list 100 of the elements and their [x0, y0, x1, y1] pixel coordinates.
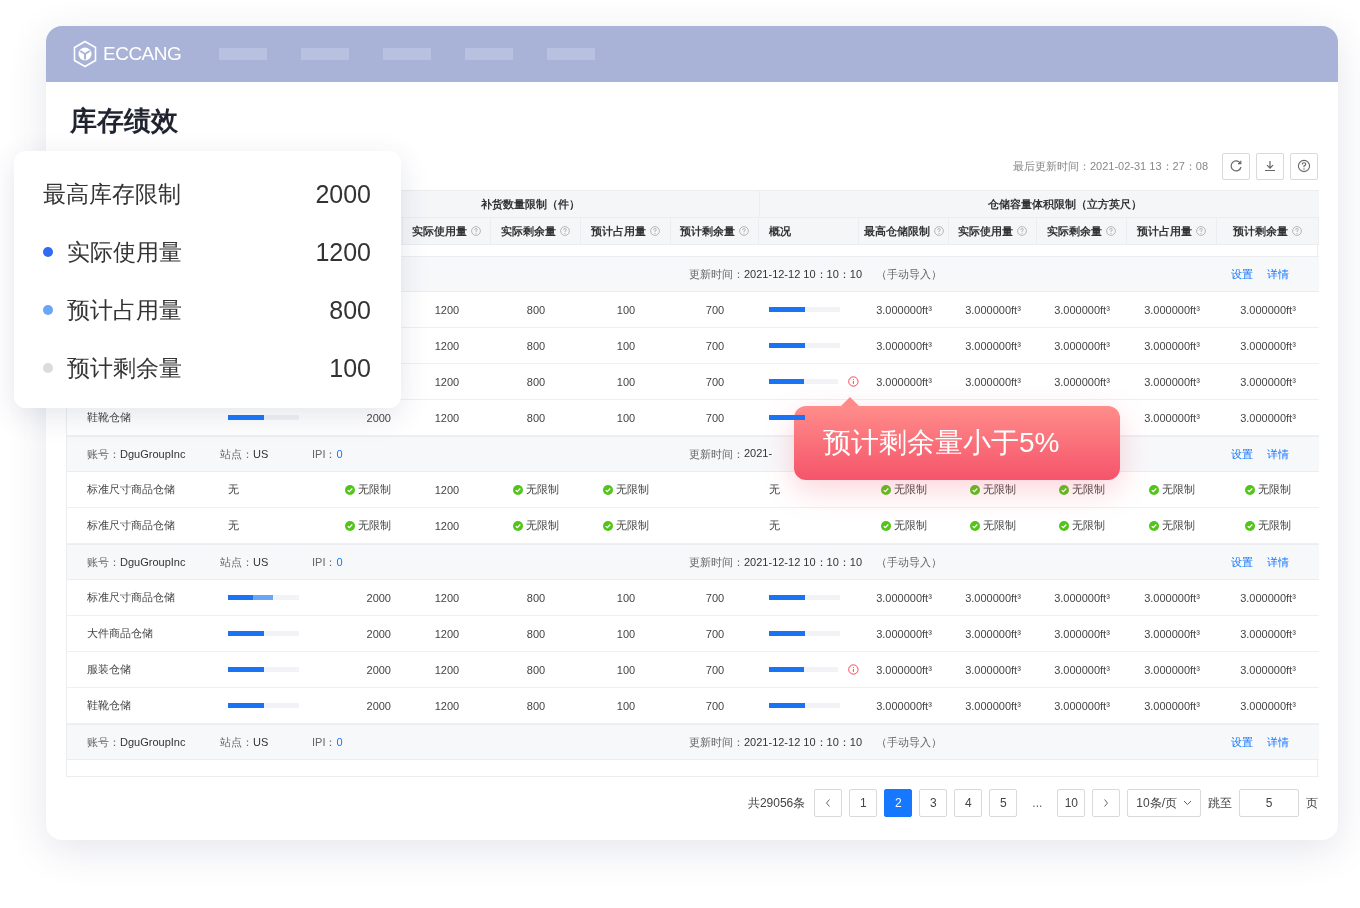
- table-cell: 无限制: [1072, 482, 1105, 497]
- action-link[interactable]: 详情: [1267, 554, 1289, 570]
- update-time: 2021-12-12 10：10：10: [744, 266, 863, 282]
- action-link[interactable]: 设置: [1231, 266, 1253, 282]
- account-label: 账号：: [87, 447, 120, 460]
- action-link[interactable]: 设置: [1231, 554, 1253, 570]
- table-cell: 100: [616, 375, 636, 388]
- check-circle-icon: [513, 484, 523, 495]
- page-size-select[interactable]: 10条/页: [1127, 789, 1201, 817]
- table-cell: 700: [705, 699, 725, 712]
- table-cell: 1200: [434, 339, 460, 352]
- account-label: 账号：: [87, 555, 120, 568]
- legend-value: 800: [329, 295, 371, 325]
- table-cell: 1200: [434, 375, 460, 388]
- check-circle-icon: [1059, 484, 1069, 495]
- check-circle-icon: [1245, 520, 1255, 531]
- table-cell: 无限制: [526, 518, 559, 533]
- table-cell: 3.000000ft³: [965, 699, 1021, 712]
- table-cell: 3.000000ft³: [965, 627, 1021, 640]
- help-button[interactable]: [1290, 152, 1318, 180]
- jump-label: 跳至: [1208, 794, 1232, 812]
- table-cell: 100: [616, 663, 636, 676]
- import-source: （手动导入）: [876, 554, 943, 570]
- table-cell: 无限制: [1072, 518, 1105, 533]
- import-source: （手动导入）: [876, 734, 943, 750]
- table-cell: 100: [616, 339, 636, 352]
- account-label: 账号：: [87, 735, 120, 748]
- action-link[interactable]: 详情: [1267, 734, 1289, 750]
- table-cell: 800: [526, 627, 546, 640]
- legend-value: 2000: [315, 179, 371, 209]
- download-button[interactable]: [1256, 152, 1284, 180]
- table-cell: 无限制: [1258, 482, 1291, 497]
- total-count: 共29056条: [747, 794, 806, 812]
- table-cell: 无限制: [1162, 518, 1195, 533]
- page-button[interactable]: 3: [919, 789, 948, 817]
- table-cell: 1200: [434, 699, 460, 712]
- page-button[interactable]: 5: [989, 789, 1018, 817]
- update-time: 2021-12-12 10：10：10: [744, 734, 863, 750]
- page-button[interactable]: 4: [954, 789, 983, 817]
- site-value: US: [253, 555, 269, 568]
- table-cell: 700: [705, 375, 725, 388]
- page-jump-field[interactable]: 5: [1239, 789, 1299, 817]
- previous-page-button[interactable]: [814, 789, 843, 817]
- update-time-label: 更新时间：: [689, 266, 744, 282]
- ipi-value: 0: [336, 555, 343, 568]
- table-cell: 700: [705, 339, 725, 352]
- account-name: DguGroupInc: [120, 735, 186, 748]
- table-cell: 无限制: [894, 518, 927, 533]
- column-group-header: 补货数量限制（件）: [480, 196, 580, 212]
- legend-value: 100: [329, 353, 371, 383]
- update-time: 2021-12-12 10：10：10: [744, 554, 863, 570]
- update-time-label: 更新时间：: [689, 734, 744, 750]
- action-link[interactable]: 详情: [1267, 446, 1289, 462]
- page-button[interactable]: 2: [884, 789, 913, 817]
- column-header: 预计占用量: [591, 223, 646, 239]
- check-circle-icon: [881, 520, 891, 531]
- table-cell: 1200: [434, 627, 460, 640]
- table-cell: 700: [705, 663, 725, 676]
- legend-label: 预计占用量: [67, 295, 182, 325]
- check-circle-icon: [345, 520, 355, 531]
- table-cell: 服装仓储: [87, 662, 131, 677]
- table-cell: 800: [526, 663, 546, 676]
- check-circle-icon: [881, 484, 891, 495]
- column-header: 预计剩余量: [680, 223, 735, 239]
- table-cell: 700: [705, 591, 725, 604]
- table-cell: 无限制: [894, 482, 927, 497]
- legend-label: 实际使用量: [67, 237, 182, 267]
- next-page-button[interactable]: [1092, 789, 1121, 817]
- table-cell: 无限制: [616, 518, 649, 533]
- action-link[interactable]: 详情: [1267, 266, 1289, 282]
- check-circle-icon: [1245, 484, 1255, 495]
- brand-name: ECCANG: [103, 43, 182, 65]
- column-header: 最高仓储限制: [863, 223, 930, 239]
- site-value: US: [253, 447, 269, 460]
- check-circle-icon: [603, 484, 613, 495]
- action-link[interactable]: 设置: [1231, 734, 1253, 750]
- table-cell: 标准尺寸商品仓储: [87, 482, 175, 497]
- refresh-button[interactable]: [1222, 152, 1250, 180]
- column-header: 概况: [769, 223, 791, 239]
- table-cell: 800: [526, 303, 546, 316]
- caret-icon: [1183, 800, 1192, 806]
- table-cell: 标准尺寸商品仓储: [87, 518, 175, 533]
- page-title: 库存绩效: [70, 105, 179, 138]
- table-cell: 无限制: [616, 482, 649, 497]
- warning-tooltip: 预计剩余量小于5%: [794, 397, 1120, 480]
- page-suffix: 页: [1306, 794, 1318, 812]
- table-cell: 3.000000ft³: [1054, 303, 1110, 316]
- table-cell: 3.000000ft³: [1054, 699, 1110, 712]
- action-link[interactable]: 设置: [1231, 446, 1253, 462]
- page-button[interactable]: 10: [1057, 789, 1086, 817]
- legend-value: 1200: [315, 237, 371, 267]
- update-time: 2021-: [744, 446, 773, 461]
- update-time: 2021-02-31 13：27：08: [1089, 158, 1208, 174]
- ipi-value: 0: [336, 447, 343, 460]
- table-cell: 3.000000ft³: [965, 303, 1021, 316]
- table-cell: 2000: [366, 663, 391, 676]
- page-button[interactable]: 1: [849, 789, 878, 817]
- refresh-icon: [1229, 159, 1243, 173]
- table-cell: 3.000000ft³: [1240, 663, 1296, 676]
- table-cell: 2000: [366, 411, 391, 424]
